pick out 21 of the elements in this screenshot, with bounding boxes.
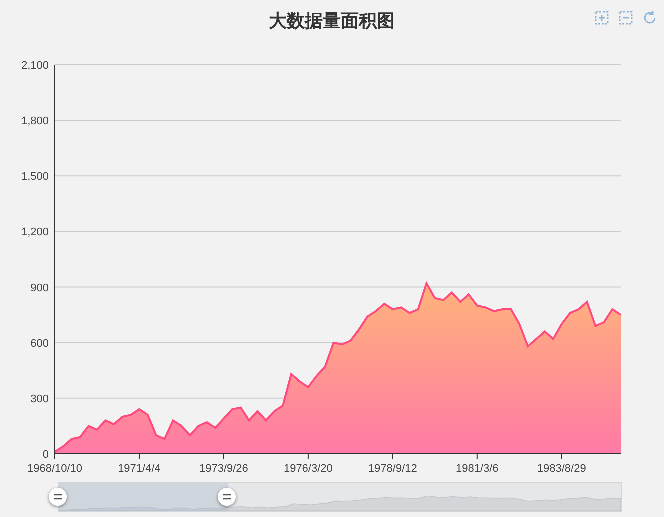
slider-track[interactable] — [58, 482, 622, 512]
zoom-reset-icon[interactable] — [618, 10, 634, 26]
axis-label: 900 — [30, 282, 49, 294]
restore-icon[interactable] — [642, 10, 658, 26]
range-handle[interactable] — [49, 488, 67, 506]
axis-label: 0 — [42, 449, 49, 461]
axis-label: 1,800 — [21, 116, 49, 128]
axis-label: 1968/10/10 — [27, 463, 83, 475]
axis-label: 300 — [30, 393, 49, 406]
axis-label: 1,200 — [21, 226, 49, 239]
axis-label: 2,100 — [21, 60, 49, 72]
axis-label: 1976/3/20 — [284, 463, 333, 475]
axis-label: 1,500 — [21, 171, 49, 184]
zoom-icon[interactable] — [594, 10, 610, 26]
axis-label: 1973/9/26 — [199, 463, 248, 475]
axis-label: 1971/4/4 — [118, 463, 161, 475]
axis-label: 1978/9/12 — [368, 463, 418, 475]
axis-label: 1983/8/29 — [537, 463, 586, 475]
axis-label: 600 — [30, 338, 49, 350]
axis-label: 1981/3/6 — [456, 463, 499, 475]
chart-title: 大数据量面积图 — [269, 10, 395, 33]
